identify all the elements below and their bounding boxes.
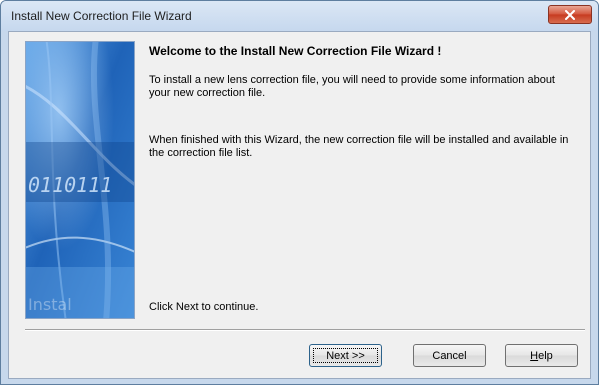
- cancel-button[interactable]: Cancel: [413, 344, 486, 367]
- help-mnemonic: H: [530, 349, 539, 362]
- window-title: Install New Correction File Wizard: [11, 9, 192, 23]
- continue-instruction: Click Next to continue.: [149, 301, 259, 313]
- help-label-rest: elp: [538, 349, 553, 362]
- wizard-window: Install New Correction File Wizard 01101…: [0, 0, 599, 385]
- cancel-button-label: Cancel: [432, 349, 467, 362]
- close-button[interactable]: [548, 5, 592, 24]
- wizard-heading: Welcome to the Install New Correction Fi…: [149, 44, 442, 58]
- finish-paragraph: When finished with this Wizard, the new …: [149, 134, 569, 159]
- title-bar[interactable]: Install New Correction File Wizard: [1, 1, 598, 31]
- help-button[interactable]: Help: [505, 344, 578, 367]
- next-button[interactable]: Next >>: [309, 344, 382, 367]
- banner-binary-text: 0110111: [28, 173, 112, 197]
- wizard-banner-image: 0110111 Instal: [25, 41, 135, 319]
- wizard-client-area: 0110111 Instal Welcome to the Install Ne…: [8, 31, 591, 379]
- banner-graphic: 0110111 Instal: [26, 42, 134, 318]
- banner-faded-text: Instal: [28, 295, 72, 314]
- close-icon: [565, 9, 575, 20]
- intro-paragraph: To install a new lens correction file, y…: [149, 74, 555, 99]
- focus-rectangle: [313, 348, 378, 363]
- button-divider: [25, 329, 585, 331]
- help-button-label: Help: [530, 350, 553, 362]
